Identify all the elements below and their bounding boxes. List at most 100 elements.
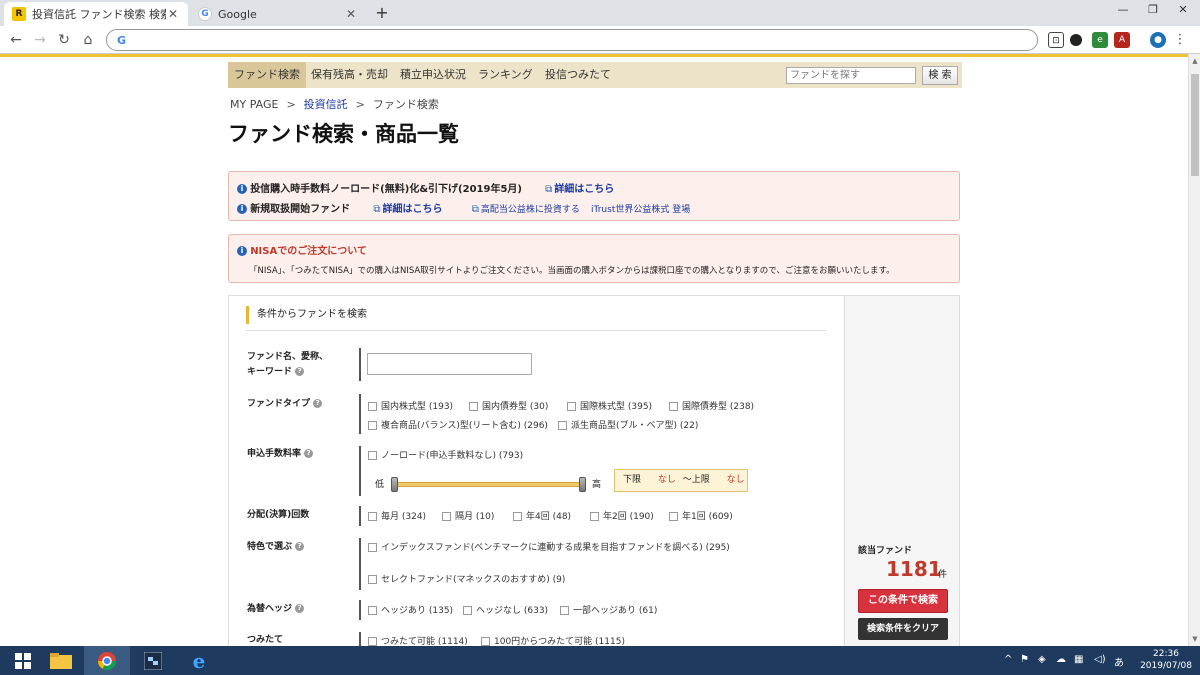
forward-arrow-icon[interactable]: → <box>30 30 50 50</box>
checkbox-index-fund[interactable]: インデックスファンド(ベンチマークに連動する成果を目指すファンドを調べる) (2… <box>368 542 730 554</box>
row-divider <box>359 538 361 590</box>
breadcrumb-mypage[interactable]: MY PAGE <box>230 98 278 111</box>
checkbox-unhedged[interactable]: ヘッジなし (633) <box>463 605 548 617</box>
checkbox-label: 複合商品(バランス)型(リート含む) (296) <box>381 421 548 431</box>
profile-avatar-icon[interactable]: ● <box>1150 32 1166 48</box>
checkbox-quarterly[interactable]: 年4回 (48) <box>513 511 571 523</box>
remote-desktop-icon[interactable] <box>130 646 176 675</box>
help-icon[interactable]: ? <box>295 367 305 376</box>
nav-ranking[interactable]: ランキング <box>472 62 539 88</box>
nav-tsumitate[interactable]: 投信つみたて <box>539 62 617 88</box>
close-icon[interactable]: ✕ <box>166 7 180 21</box>
reload-icon[interactable]: ↻ <box>54 30 74 50</box>
tray-volume-icon[interactable]: ◁) <box>1094 654 1106 665</box>
help-icon[interactable]: ? <box>295 604 305 613</box>
checkbox-icon[interactable] <box>558 420 567 430</box>
home-icon[interactable]: ⌂ <box>78 30 98 50</box>
checkbox-balanced[interactable]: 複合商品(バランス)型(リート含む) (296) <box>368 420 548 432</box>
tray-up-arrow-icon[interactable]: ^ <box>1004 654 1012 665</box>
tray-network-icon[interactable]: ▦ <box>1074 654 1083 665</box>
window-close-button[interactable]: ✕ <box>1168 0 1198 20</box>
extension-shield-icon[interactable]: ⊡ <box>1048 32 1064 48</box>
browser-tab-active[interactable]: R 投資信託 ファンド検索 検索結果 ✕ <box>4 2 188 26</box>
checkbox-hedged[interactable]: ヘッジあり (135) <box>368 605 453 617</box>
keyword-input[interactable] <box>367 353 532 375</box>
help-icon[interactable]: ? <box>304 449 314 458</box>
notice-utility-stock-link[interactable]: 高配当公益株に投資する <box>481 205 580 215</box>
page-scrollbar[interactable]: ▲ ▼ <box>1188 54 1200 646</box>
maximize-button[interactable]: ❐ <box>1138 0 1168 20</box>
fund-search-button[interactable]: 検 索 <box>922 66 958 85</box>
checkbox-select-fund[interactable]: セレクトファンド(マネックスのおすすめ) (9) <box>368 574 565 586</box>
nav-fund-search[interactable]: ファンド検索 <box>228 62 306 88</box>
notice-itrust-link[interactable]: iTrust世界公益株式 登場 <box>591 205 690 215</box>
scroll-down-icon[interactable]: ▼ <box>1189 632 1200 646</box>
checkbox-derivative[interactable]: 派生商品型(ブル・ベア型) (22) <box>558 420 698 432</box>
fee-slider-track[interactable] <box>392 482 584 487</box>
checkbox-icon[interactable] <box>567 401 576 411</box>
checkbox-icon[interactable] <box>513 511 522 521</box>
nav-holdings[interactable]: 保有残高・売却 <box>305 62 394 88</box>
minimize-button[interactable]: — <box>1108 0 1138 20</box>
scroll-thumb[interactable] <box>1191 74 1199 176</box>
fee-range-display: 下限 なし ～上限 なし <box>614 469 748 492</box>
checkbox-annual[interactable]: 年1回 (609) <box>669 511 733 523</box>
scroll-up-icon[interactable]: ▲ <box>1189 54 1200 68</box>
checkbox-domestic-bond[interactable]: 国内債券型 (30) <box>469 401 548 413</box>
checkbox-icon[interactable] <box>368 401 377 411</box>
fee-slider-min-handle[interactable] <box>391 477 398 492</box>
range-upper-value: なし <box>726 475 745 485</box>
checkbox-icon[interactable] <box>590 511 599 521</box>
file-explorer-icon[interactable] <box>38 646 84 675</box>
checkbox-icon[interactable] <box>368 511 377 521</box>
checkbox-bimonthly[interactable]: 隔月 (10) <box>442 511 494 523</box>
checkbox-icon[interactable] <box>560 605 569 615</box>
checkbox-icon[interactable] <box>469 401 478 411</box>
fee-slider-max-handle[interactable] <box>579 477 586 492</box>
checkbox-icon[interactable] <box>368 605 377 615</box>
checkbox-icon[interactable] <box>442 511 451 521</box>
browser-tab-google[interactable]: G Google ✕ <box>190 2 366 26</box>
breadcrumb-investment-trust[interactable]: 投資信託 <box>304 98 348 111</box>
menu-kebab-icon[interactable]: ⋮ <box>1172 32 1188 48</box>
checkbox-monthly[interactable]: 毎月 (324) <box>368 511 426 523</box>
back-arrow-icon[interactable]: ← <box>6 30 26 50</box>
checkbox-icon[interactable] <box>481 636 490 646</box>
ime-indicator[interactable]: あ <box>1114 654 1124 669</box>
checkbox-icon[interactable] <box>368 574 377 584</box>
checkbox-icon[interactable] <box>669 511 678 521</box>
taskbar-clock[interactable]: 22:36 2019/07/08 <box>1136 648 1196 672</box>
checkbox-icon[interactable] <box>368 542 377 552</box>
pdf-icon[interactable]: A <box>1114 32 1130 48</box>
notice-new-fund-link[interactable]: 詳細はこちら <box>383 204 443 215</box>
checkbox-icon[interactable] <box>368 420 377 430</box>
evernote-icon[interactable]: e <box>1092 32 1108 48</box>
search-with-conditions-button[interactable]: この条件で検索 <box>858 589 948 613</box>
help-icon[interactable]: ? <box>295 542 305 551</box>
checkbox-icon[interactable] <box>368 450 377 460</box>
checkbox-intl-bond[interactable]: 国際債券型 (238) <box>669 401 754 413</box>
chrome-taskbar-icon[interactable] <box>84 646 130 675</box>
checkbox-icon[interactable] <box>463 605 472 615</box>
checkbox-icon[interactable] <box>368 636 377 646</box>
tray-dropbox-icon[interactable]: ◈ <box>1038 654 1046 665</box>
address-bar[interactable]: G <box>106 29 1038 51</box>
checkbox-no-load[interactable]: ノーロード(申込手数料なし) (793) <box>368 450 523 462</box>
fund-search-input[interactable] <box>786 67 916 84</box>
dark-mode-icon[interactable] <box>1070 34 1082 46</box>
notice-fee-link[interactable]: 詳細はこちら <box>554 184 614 195</box>
close-icon[interactable]: ✕ <box>344 7 358 21</box>
help-icon[interactable]: ? <box>313 399 323 408</box>
clear-conditions-button[interactable]: 検索条件をクリア <box>858 618 948 640</box>
nav-accumulation-status[interactable]: 積立申込状況 <box>394 62 472 88</box>
checkbox-semiannual[interactable]: 年2回 (190) <box>590 511 654 523</box>
new-tab-button[interactable]: + <box>372 4 392 22</box>
tray-flag-icon[interactable]: ⚑ <box>1020 654 1029 665</box>
checkbox-domestic-stock[interactable]: 国内株式型 (193) <box>368 401 453 413</box>
checkbox-icon[interactable] <box>669 401 678 411</box>
tray-onedrive-icon[interactable]: ☁ <box>1056 654 1066 665</box>
internet-explorer-icon[interactable]: e <box>176 646 222 675</box>
checkbox-intl-stock[interactable]: 国際株式型 (395) <box>567 401 652 413</box>
keyword-label: ファンド名、愛称、 キーワード ? <box>247 350 328 380</box>
checkbox-partial-hedge[interactable]: 一部ヘッジあり (61) <box>560 605 657 617</box>
